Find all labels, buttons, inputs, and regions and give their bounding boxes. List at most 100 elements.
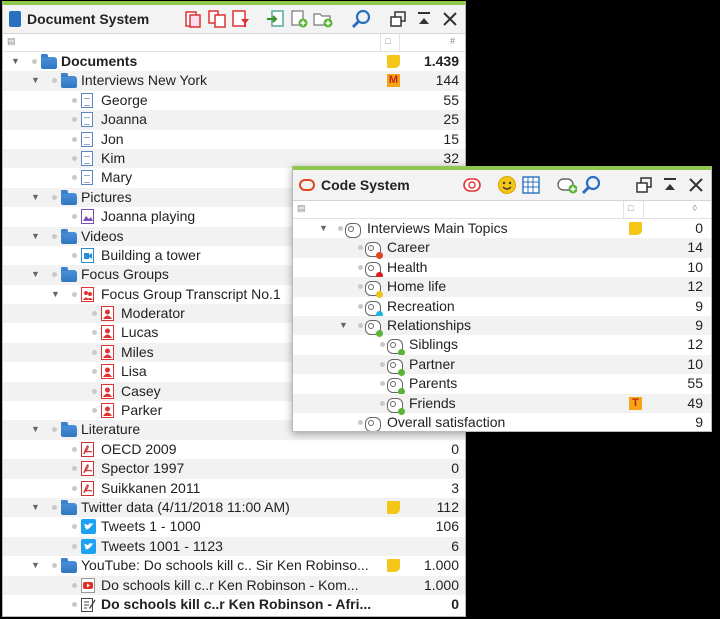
activation-dot[interactable] — [72, 291, 77, 297]
activation-dot[interactable] — [52, 233, 57, 239]
activation-dot[interactable] — [92, 311, 97, 317]
memo-icon[interactable] — [387, 55, 400, 68]
activation-dot[interactable] — [92, 349, 97, 355]
expand-toggle-icon[interactable]: ▼ — [339, 316, 349, 335]
expand-toggle-icon[interactable]: ▼ — [31, 227, 41, 246]
activation-dot[interactable] — [72, 582, 77, 588]
activate-codes-icon[interactable] — [463, 175, 483, 195]
code-row[interactable]: Career 14 — [293, 238, 711, 260]
activation-dot[interactable] — [32, 59, 37, 64]
activation-dot[interactable] — [72, 155, 77, 161]
minimize-window-icon[interactable] — [415, 10, 433, 28]
activation-dot[interactable] — [380, 342, 385, 348]
activation-dot[interactable] — [358, 284, 363, 290]
code-row[interactable]: Parents 55 — [293, 374, 711, 396]
code-column-header-memo-icon[interactable]: □ — [628, 203, 633, 213]
activation-dot[interactable] — [72, 175, 77, 181]
new-code-icon[interactable] — [557, 175, 577, 195]
code-row[interactable]: Home life 12 — [293, 277, 711, 299]
activation-dot[interactable] — [52, 427, 57, 433]
activation-dot[interactable] — [72, 97, 77, 103]
expand-toggle-icon[interactable]: ▼ — [31, 71, 41, 90]
activate-all-documents-icon[interactable] — [207, 9, 227, 29]
activation-dot[interactable] — [72, 524, 77, 530]
document-row[interactable]: ▼ YouTube: Do schools kill c.. Sir Ken Ro… — [3, 556, 465, 575]
code-row[interactable]: Health 10 — [293, 258, 711, 279]
memo-m-icon[interactable]: M — [387, 74, 400, 88]
column-header-count[interactable]: # — [450, 36, 455, 46]
activation-dot[interactable] — [52, 563, 57, 569]
code-row[interactable]: Overall satisfaction 9 — [293, 413, 711, 431]
emoticode-icon[interactable] — [497, 175, 517, 195]
activation-dot[interactable] — [92, 330, 97, 336]
document-row[interactable]: ▼ Documents 1.439 — [3, 52, 465, 71]
expand-toggle-icon[interactable]: ▼ — [319, 219, 329, 238]
activation-dot[interactable] — [72, 214, 77, 220]
activation-dot[interactable] — [72, 136, 77, 142]
expand-toggle-icon[interactable]: ▼ — [31, 556, 41, 575]
code-row[interactable]: ▼ Relationships 9 — [293, 315, 711, 337]
expand-toggle-icon[interactable]: ▼ — [31, 188, 41, 207]
document-row[interactable]: Tweets 1 - 1000 106 — [3, 517, 465, 536]
expand-toggle-icon[interactable]: ▼ — [11, 52, 21, 71]
activation-dot[interactable] — [72, 117, 77, 123]
column-header-memo-icon[interactable]: □ — [385, 36, 390, 46]
code-column-header-count[interactable]: ◊ — [693, 203, 697, 213]
code-row[interactable]: Siblings 12 — [293, 335, 711, 357]
memo-icon[interactable] — [629, 222, 642, 235]
activation-dot[interactable] — [92, 369, 97, 375]
activate-documents-icon[interactable] — [183, 9, 203, 29]
memo-icon[interactable] — [387, 500, 400, 514]
code-row[interactable]: ▼ Interviews Main Topics 0 — [293, 219, 711, 238]
memo-icon[interactable] — [387, 559, 400, 573]
expand-toggle-icon[interactable]: ▼ — [51, 285, 61, 304]
new-document-icon[interactable] — [289, 9, 309, 29]
expand-toggle-icon[interactable]: ▼ — [31, 498, 41, 517]
import-document-icon[interactable] — [265, 9, 285, 29]
expand-toggle-icon[interactable]: ▼ — [31, 265, 41, 284]
undock-window-icon[interactable] — [389, 10, 407, 28]
document-row[interactable]: ▼ Interviews New York M 144 — [3, 71, 465, 91]
filter-documents-icon[interactable] — [231, 9, 251, 29]
activation-dot[interactable] — [72, 252, 77, 258]
activation-dot[interactable] — [358, 264, 363, 270]
document-row[interactable]: OECD 2009 0 — [3, 440, 465, 459]
activation-dot[interactable] — [52, 78, 57, 84]
document-row[interactable]: ▼ Twitter data (4/11/2018 11:00 AM) 112 — [3, 497, 465, 518]
code-row[interactable]: Friends T 49 — [293, 393, 711, 415]
activation-dot[interactable] — [52, 504, 57, 510]
document-row[interactable]: Suikkanen 2011 3 — [3, 479, 465, 498]
code-row[interactable]: Recreation 9 — [293, 297, 711, 318]
activation-dot[interactable] — [92, 408, 97, 414]
activation-dot[interactable] — [358, 419, 363, 425]
activation-dot[interactable] — [72, 466, 77, 472]
activation-dot[interactable] — [358, 322, 363, 328]
activation-dot[interactable] — [72, 446, 77, 452]
activation-dot[interactable] — [52, 194, 57, 200]
code-matrix-icon[interactable] — [521, 175, 541, 195]
search-icon[interactable] — [351, 9, 371, 29]
new-document-group-icon[interactable] — [313, 9, 333, 29]
activation-dot[interactable] — [358, 245, 363, 251]
activation-dot[interactable] — [72, 485, 77, 491]
document-row[interactable]: Spector 1997 0 — [3, 459, 465, 479]
document-row[interactable]: Do schools kill c..r Ken Robinson - Kom.… — [3, 575, 465, 595]
activation-dot[interactable] — [380, 361, 385, 367]
close-window-icon[interactable] — [441, 10, 459, 28]
activation-dot[interactable] — [338, 226, 343, 231]
activation-dot[interactable] — [72, 543, 77, 549]
activation-dot[interactable] — [92, 388, 97, 394]
activation-dot[interactable] — [358, 303, 363, 309]
document-row[interactable]: Joanna 25 — [3, 110, 465, 130]
code-minimize-window-icon[interactable] — [661, 176, 679, 194]
memo-t-icon[interactable]: T — [629, 396, 642, 410]
expand-toggle-icon[interactable]: ▼ — [31, 420, 41, 439]
document-row[interactable]: Tweets 1001 - 1123 6 — [3, 536, 465, 557]
activation-dot[interactable] — [52, 272, 57, 278]
document-row[interactable]: Do schools kill c..r Ken Robinson - Afri… — [3, 595, 465, 614]
code-close-window-icon[interactable] — [687, 176, 705, 194]
search-codes-icon[interactable] — [581, 175, 601, 195]
activation-dot[interactable] — [380, 381, 385, 387]
activation-dot[interactable] — [72, 601, 77, 607]
activation-dot[interactable] — [380, 400, 385, 406]
